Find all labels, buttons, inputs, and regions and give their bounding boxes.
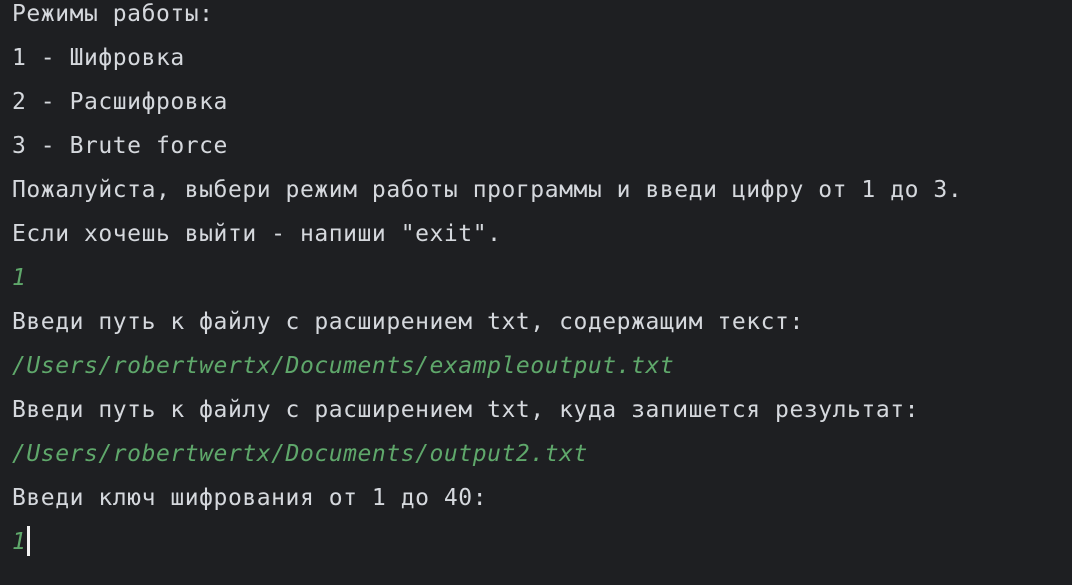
run-console[interactable]: Режимы работы: 1 - Шифровка 2 - Расшифро… bbox=[0, 0, 1072, 577]
console-output-line: 3 - Brute force bbox=[12, 133, 228, 159]
console-output-line: 2 - Расшифровка bbox=[12, 89, 228, 115]
console-current-input[interactable]: 1 bbox=[12, 520, 1072, 564]
console-output-line: Если хочешь выйти - напиши "exit". bbox=[12, 221, 502, 247]
console-input-line: /Users/robertwertx/Documents/exampleoutp… bbox=[12, 353, 675, 379]
console-input-line: /Users/robertwertx/Documents/output2.txt bbox=[12, 441, 588, 467]
console-output-line: Режимы работы: bbox=[12, 1, 214, 27]
console-input-line: 1 bbox=[12, 265, 27, 291]
console-output-line: 1 - Шифровка bbox=[12, 45, 185, 71]
console-output-line: Введи ключ шифрования от 1 до 40: bbox=[12, 485, 488, 511]
console-output-line: Введи путь к файлу с расширением txt, со… bbox=[12, 309, 804, 335]
console-output-line: Введи путь к файлу с расширением txt, ку… bbox=[12, 397, 920, 423]
text-caret bbox=[27, 525, 31, 556]
console-output-line: Пожалуйста, выбери режим работы программ… bbox=[12, 177, 963, 203]
console-input-text: 1 bbox=[12, 529, 27, 555]
